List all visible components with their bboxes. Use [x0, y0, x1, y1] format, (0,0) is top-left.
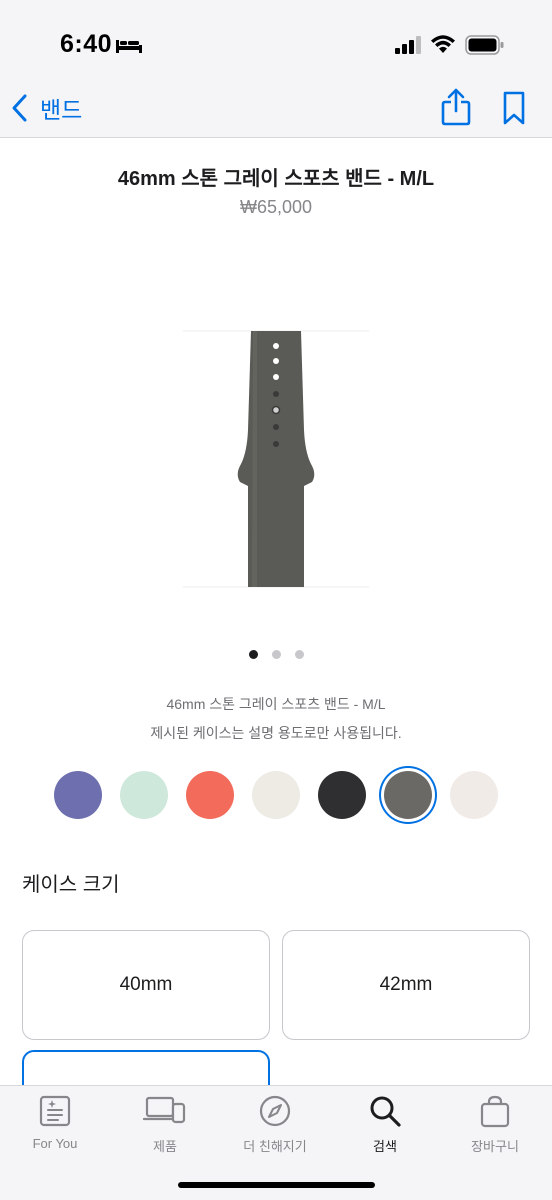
bag-icon	[480, 1095, 510, 1128]
status-bar: 6:40	[0, 0, 552, 80]
share-icon[interactable]	[440, 88, 472, 126]
compass-icon	[259, 1095, 291, 1127]
nav-bar: 밴드	[0, 80, 552, 138]
pager-dot[interactable]	[271, 650, 281, 659]
tab-label: 더 친해지기	[243, 1139, 307, 1154]
battery-icon	[465, 35, 504, 55]
tab-for-you[interactable]: For You	[0, 1094, 110, 1160]
product-title: 46mm 스톤 그레이 스포츠 밴드 - M/L	[117, 168, 435, 190]
tab-products[interactable]: 제품	[110, 1094, 220, 1160]
product-band-image	[183, 330, 369, 588]
size-option-40mm[interactable]: 40mm	[22, 930, 270, 1040]
color-swatch-purple[interactable]	[54, 771, 102, 819]
status-time: 6:40	[60, 30, 113, 58]
search-icon	[370, 1096, 401, 1127]
tab-bag[interactable]: 장바구니	[440, 1094, 550, 1160]
tab-label: 검색	[373, 1139, 397, 1154]
tab-search[interactable]: 검색	[330, 1094, 440, 1160]
pager-dot[interactable]	[248, 650, 258, 659]
products-icon	[143, 1096, 186, 1124]
cellular-signal-icon	[395, 36, 421, 54]
color-swatches	[54, 771, 500, 821]
tab-explore[interactable]: 더 친해지기	[220, 1094, 330, 1160]
product-caption-name: 46mm 스톤 그레이 스포츠 밴드 - M/L	[166, 696, 386, 712]
color-swatch-stone-gray[interactable]	[384, 771, 432, 819]
for-you-icon	[39, 1095, 71, 1127]
color-swatch-mint[interactable]	[120, 771, 168, 819]
color-swatch-coral[interactable]	[186, 771, 234, 819]
product-caption-note: 제시된 케이스는 설명 용도로만 사용됩니다.	[150, 725, 402, 741]
pager-dot[interactable]	[294, 650, 304, 659]
bookmark-icon[interactable]	[500, 90, 528, 126]
tab-label: 장바구니	[471, 1139, 519, 1154]
product-price: ₩65,000	[239, 197, 313, 217]
chevron-left-icon	[12, 94, 27, 122]
color-swatch-light-beige[interactable]	[252, 771, 300, 819]
tab-label: For You	[32, 1136, 78, 1151]
tab-label: 제품	[153, 1139, 177, 1154]
case-size-title: 케이스 크기	[22, 874, 120, 896]
color-swatch-black[interactable]	[318, 771, 366, 819]
home-indicator	[178, 1182, 375, 1188]
size-option-42mm[interactable]: 42mm	[282, 930, 530, 1040]
sleep-icon	[116, 40, 142, 53]
wifi-icon	[431, 35, 455, 53]
back-label: 밴드	[40, 97, 83, 123]
tab-bar: For You 제품 더 친해지기 검색 장바구니	[0, 1085, 552, 1200]
color-swatch-light-pink[interactable]	[450, 771, 498, 819]
image-pager	[0, 650, 552, 659]
back-button[interactable]: 밴드	[10, 88, 82, 128]
